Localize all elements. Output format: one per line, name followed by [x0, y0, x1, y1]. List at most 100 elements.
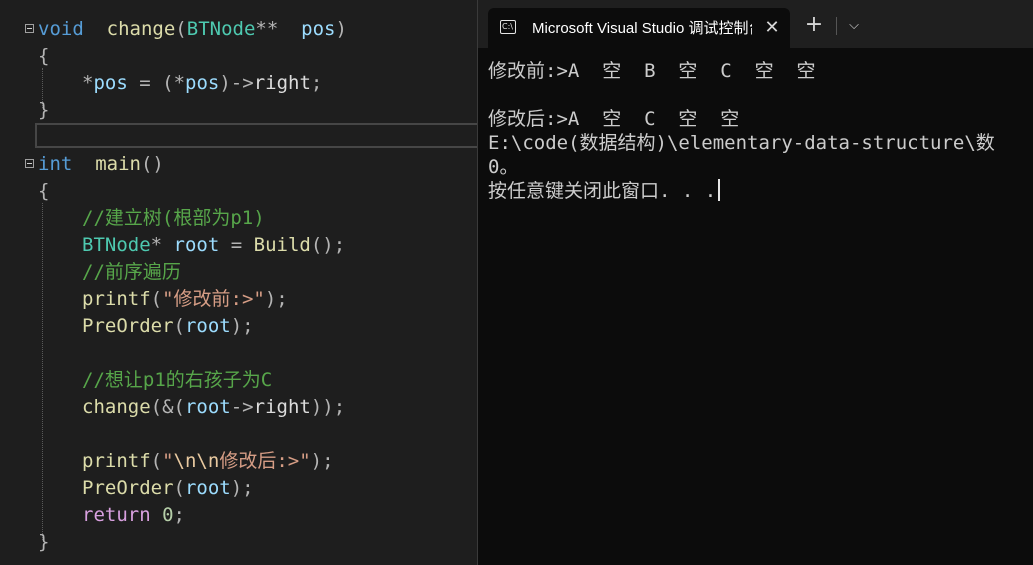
code-token: //建立树(根部为p1): [82, 207, 265, 229]
code-token: (: [150, 450, 163, 472]
code-token: ": [162, 450, 174, 472]
code-token: main: [95, 153, 141, 175]
code-token: root: [184, 477, 231, 499]
tab-title: Microsoft Visual Studio 调试控制台: [532, 20, 752, 37]
output-line-prompt: 按任意键关闭此窗口. . .: [488, 178, 721, 204]
code-token: **: [255, 18, 279, 40]
code-token: }: [38, 99, 50, 121]
output-line: 修改后:>A 空 C 空 空: [488, 108, 740, 130]
code-token: (: [173, 477, 185, 499]
code-token: *: [150, 234, 163, 256]
code-token: change: [82, 396, 151, 418]
prompt-text: 按任意键关闭此窗口. . .: [488, 180, 717, 202]
code-token: }: [38, 531, 50, 553]
code-line: *pos = (*pos)->right;: [0, 70, 478, 97]
terminal-icon: C:\: [500, 20, 516, 34]
code-token: ->: [230, 396, 254, 418]
code-line: {: [0, 43, 478, 70]
code-token: *: [173, 72, 186, 94]
code-token: int: [38, 153, 73, 175]
code-token: {: [38, 180, 50, 202]
code-token: 修改后:>": [219, 450, 311, 472]
code-token: );: [264, 288, 288, 310]
code-line: {: [0, 178, 478, 205]
code-line: change(&(root->right));: [0, 394, 478, 421]
code-token: (: [175, 18, 187, 40]
code-token: pos: [185, 72, 220, 94]
code-token: BTNode: [82, 234, 151, 256]
code-token: change: [106, 18, 176, 40]
code-token: =: [127, 72, 163, 94]
code-token: ();: [310, 234, 346, 256]
code-token: ;: [173, 504, 185, 526]
code-token: );: [310, 450, 334, 472]
code-token: right: [253, 72, 311, 94]
text-cursor: [718, 179, 721, 201]
console-tab[interactable]: C:\ Microsoft Visual Studio 调试控制台 ✕: [488, 8, 790, 48]
code-token: pos: [93, 72, 128, 94]
code-token: ): [335, 18, 347, 40]
code-token: PreOrder: [82, 315, 174, 337]
code-token: 0: [150, 504, 174, 526]
code-token: "修改前:>": [162, 288, 265, 310]
code-token: void: [38, 18, 84, 40]
code-token: );: [230, 315, 254, 337]
code-line: PreOrder(root);: [0, 313, 478, 340]
code-token: root: [184, 315, 231, 337]
code-line: //前序遍历: [0, 259, 478, 286]
code-token: Build: [253, 234, 311, 256]
code-line: PreOrder(root);: [0, 475, 478, 502]
code-token: //前序遍历: [82, 261, 181, 283]
code-token: PreOrder: [82, 477, 174, 499]
code-token: );: [230, 477, 254, 499]
code-line: //想让p1的右孩子为C: [0, 367, 478, 394]
code-line: //建立树(根部为p1): [0, 205, 478, 232]
code-token: (: [150, 288, 163, 310]
code-token: root: [184, 396, 231, 418]
code-token: (&(: [150, 396, 185, 418]
code-line: void change(BTNode** pos): [0, 16, 478, 43]
code-token: ->: [230, 72, 254, 94]
code-token: (): [140, 153, 164, 175]
code-token: //想让p1的右孩子为C: [82, 369, 273, 391]
code-line: BTNode* root = Build();: [0, 232, 478, 259]
code-line: }: [0, 529, 478, 556]
code-token: *: [82, 72, 94, 94]
code-token: (: [162, 72, 174, 94]
code-line: int main(): [0, 151, 478, 178]
divider: [836, 17, 837, 35]
code-token: printf: [82, 288, 151, 310]
code-token: root: [162, 234, 220, 256]
dropdown-icon[interactable]: ⌵: [840, 12, 868, 40]
code-token: ): [219, 72, 231, 94]
code-token: right: [253, 396, 311, 418]
code-token: return: [82, 504, 151, 526]
code-token: =: [219, 234, 254, 256]
code-token: printf: [82, 450, 151, 472]
output-line: E:\code(数据结构)\elementary-data-structure\…: [488, 132, 995, 154]
console-window[interactable]: C:\ Microsoft Visual Studio 调试控制台 ✕ + ⌵ …: [477, 0, 1033, 565]
close-tab-button[interactable]: ✕: [760, 16, 784, 40]
output-line: 修改前:>A 空 B 空 C 空 空: [488, 60, 816, 82]
code-token: \n\n: [173, 450, 220, 472]
code-line: return 0;: [0, 502, 478, 529]
code-token: ;: [310, 72, 323, 94]
code-line: }: [0, 97, 478, 124]
code-token: BTNode: [186, 18, 256, 40]
new-tab-button[interactable]: +: [798, 12, 830, 40]
output-line: 0。: [488, 156, 519, 178]
code-token: pos: [301, 18, 336, 40]
code-token: (: [173, 315, 185, 337]
title-bar: C:\ Microsoft Visual Studio 调试控制台 ✕ + ⌵: [478, 0, 1033, 48]
code-line: printf("修改前:>");: [0, 286, 478, 313]
code-token: {: [38, 45, 50, 67]
code-editor[interactable]: void change(BTNode** pos){*pos = (*pos)-…: [0, 0, 478, 565]
code-line: printf("\n\n修改后:>");: [0, 448, 478, 475]
code-token: ));: [310, 396, 346, 418]
